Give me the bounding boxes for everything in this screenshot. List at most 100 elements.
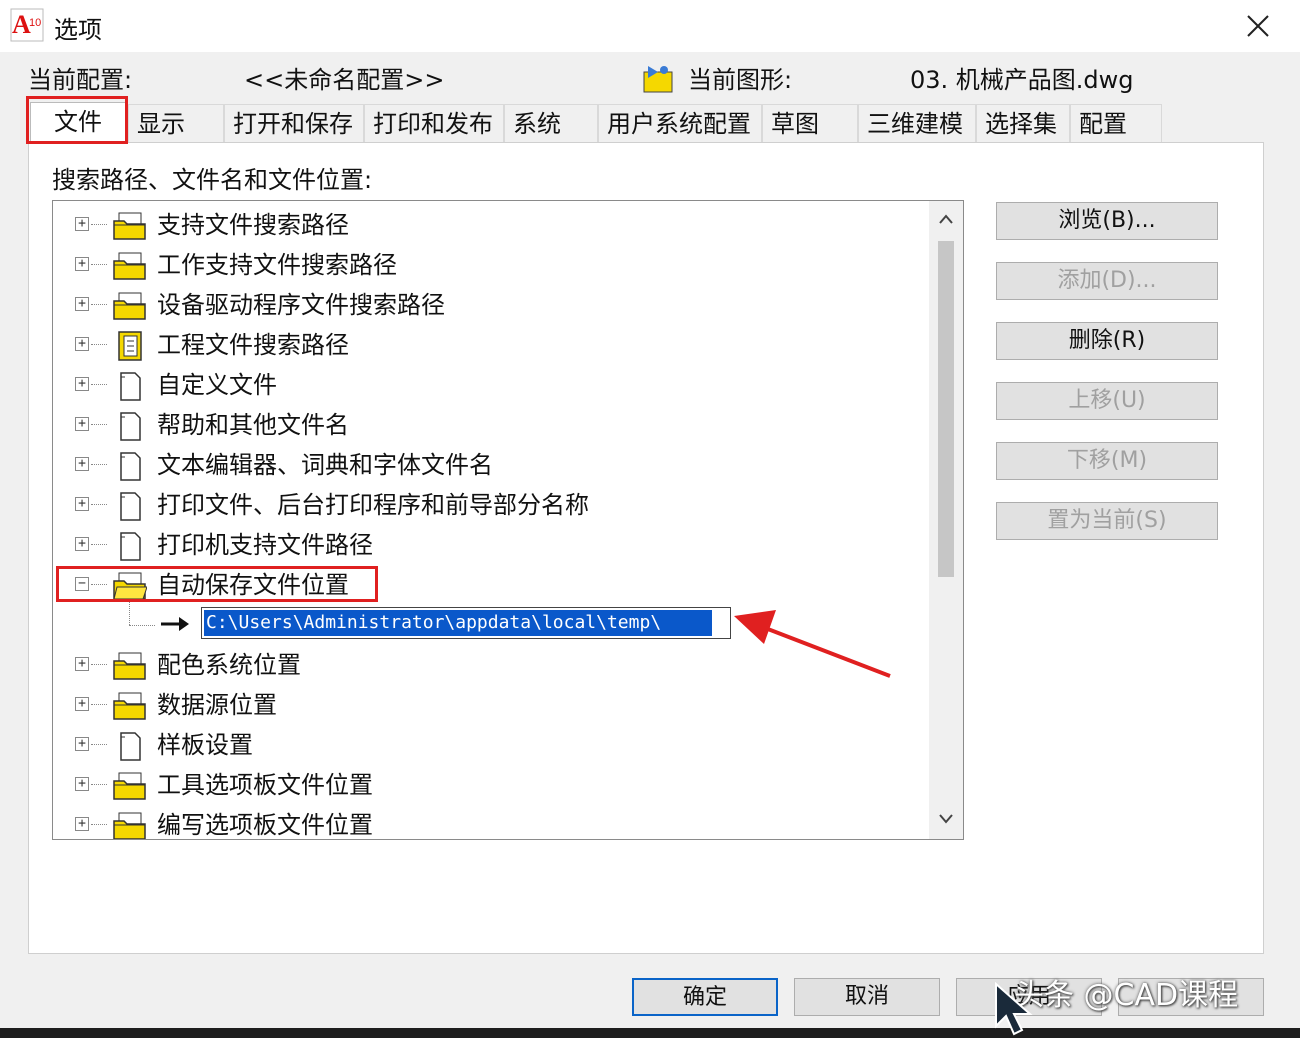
expand-icon[interactable]: +: [75, 497, 89, 511]
folder-stack-icon: [113, 211, 147, 241]
document-icon: [113, 491, 147, 521]
tree-item[interactable]: + 支持文件搜索路径: [53, 205, 923, 245]
tree-connector: [91, 744, 107, 745]
tree-connector: [129, 601, 130, 625]
tab-profiles[interactable]: 配置: [1070, 104, 1162, 142]
expand-icon[interactable]: +: [75, 817, 89, 831]
current-drawing-value: 03. 机械产品图.dwg: [910, 66, 1134, 94]
svg-text:10: 10: [29, 17, 41, 29]
mouse-cursor-icon: [995, 982, 1033, 1036]
tree-connector: [91, 784, 107, 785]
folder-stack-icon: [113, 251, 147, 281]
tree-connector: [129, 625, 155, 626]
tree-item-label: 自定义文件: [157, 371, 277, 399]
current-drawing-label: 当前图形:: [688, 66, 793, 94]
dialog-title: 选项: [54, 16, 102, 44]
panel-label: 搜索路径、文件名和文件位置:: [52, 166, 373, 194]
chevron-up-icon: [939, 214, 953, 224]
expand-icon[interactable]: +: [75, 217, 89, 231]
tree-connector: [91, 824, 107, 825]
tab-selection[interactable]: 选择集: [976, 104, 1070, 142]
cancel-button[interactable]: 取消: [794, 978, 940, 1016]
watermark: 头条 @CAD课程: [1014, 978, 1239, 1013]
tree-connector: [91, 424, 107, 425]
tab-display[interactable]: 显示: [128, 104, 224, 142]
autosave-path-input[interactable]: C:\Users\Administrator\appdata\local\tem…: [201, 607, 731, 639]
expand-icon[interactable]: +: [75, 537, 89, 551]
tree-item[interactable]: + 设备驱动程序文件搜索路径: [53, 285, 923, 325]
move-up-button[interactable]: 上移(U): [996, 382, 1218, 420]
tab-open-save[interactable]: 打开和保存: [224, 104, 364, 142]
folder-stack-icon: [113, 651, 147, 681]
browse-button[interactable]: 浏览(B)...: [996, 202, 1218, 240]
current-profile-value: <<未命名配置>>: [244, 66, 445, 94]
drawing-icon: [643, 66, 673, 93]
document-icon: [113, 371, 147, 401]
tree-item-label: 文本编辑器、词典和字体文件名: [157, 451, 493, 479]
folder-stack-icon: [113, 291, 147, 321]
tree-connector: [91, 464, 107, 465]
tree-item[interactable]: + 样板设置: [53, 725, 923, 765]
tree-item[interactable]: + 工作支持文件搜索路径: [53, 245, 923, 285]
tree-item-label: 编写选项板文件位置: [157, 811, 373, 839]
expand-icon[interactable]: +: [75, 257, 89, 271]
tree-connector: [91, 544, 107, 545]
tab-plot-publish[interactable]: 打印和发布: [364, 104, 504, 142]
tree-connector: [91, 264, 107, 265]
tree-item[interactable]: + 编写选项板文件位置: [53, 805, 923, 839]
tab-drafting[interactable]: 草图: [762, 104, 858, 142]
remove-button[interactable]: 删除(R): [996, 322, 1218, 360]
scroll-up-button[interactable]: [929, 201, 963, 239]
tree-item[interactable]: + 打印机支持文件路径: [53, 525, 923, 565]
tree-connector: [91, 504, 107, 505]
tab-user-preferences[interactable]: 用户系统配置: [598, 104, 762, 142]
tree-item[interactable]: + 工程文件搜索路径: [53, 325, 923, 365]
current-profile-label: 当前配置:: [28, 66, 133, 94]
binder-icon: [113, 331, 147, 361]
tree-item-label: 帮助和其他文件名: [157, 411, 349, 439]
set-current-button[interactable]: 置为当前(S): [996, 502, 1218, 540]
tree-item-label: 支持文件搜索路径: [157, 211, 349, 239]
tree-item-label: 工具选项板文件位置: [157, 771, 373, 799]
folder-stack-icon: [113, 811, 147, 839]
tree-item[interactable]: + 自定义文件: [53, 365, 923, 405]
expand-icon[interactable]: +: [75, 697, 89, 711]
document-icon: [113, 411, 147, 441]
expand-icon[interactable]: +: [75, 297, 89, 311]
folder-stack-icon: [113, 691, 147, 721]
folder-stack-icon: [113, 771, 147, 801]
tab-3d-modeling[interactable]: 三维建模: [858, 104, 976, 142]
title-bar[interactable]: A 10 选项: [0, 0, 1300, 52]
tab-system[interactable]: 系统: [504, 104, 598, 142]
tree-connector: [91, 304, 107, 305]
expand-icon[interactable]: +: [75, 417, 89, 431]
tree-item-label: 配色系统位置: [157, 651, 301, 679]
expand-icon[interactable]: +: [75, 777, 89, 791]
scroll-thumb[interactable]: [938, 241, 954, 577]
tab-highlight-box: [26, 96, 128, 144]
move-down-button[interactable]: 下移(M): [996, 442, 1218, 480]
tree-item-label: 工作支持文件搜索路径: [157, 251, 397, 279]
ok-button[interactable]: 确定: [632, 978, 778, 1016]
scroll-down-button[interactable]: [929, 801, 963, 839]
tree-item[interactable]: + 打印文件、后台打印程序和前导部分名称: [53, 485, 923, 525]
expand-icon[interactable]: +: [75, 737, 89, 751]
expand-icon[interactable]: +: [75, 657, 89, 671]
tree-item-label: 打印文件、后台打印程序和前导部分名称: [157, 491, 589, 519]
tree-item[interactable]: + 帮助和其他文件名: [53, 405, 923, 445]
tree-connector: [91, 664, 107, 665]
file-tree[interactable]: + 支持文件搜索路径 + 工作支持文件搜索路径 + 设备驱动程序文件搜索路径 + 工程文件搜索…: [52, 200, 964, 840]
close-button[interactable]: [1238, 6, 1278, 46]
add-button[interactable]: 添加(D)...: [996, 262, 1218, 300]
right-arrow-icon: [161, 617, 189, 631]
tree-connector: [91, 704, 107, 705]
expand-icon[interactable]: +: [75, 377, 89, 391]
expand-icon[interactable]: +: [75, 457, 89, 471]
annotation-arrow-icon: [734, 610, 891, 678]
app-logo-icon: A 10: [10, 8, 44, 42]
tree-scrollbar[interactable]: [929, 201, 963, 839]
tree-item[interactable]: + 工具选项板文件位置: [53, 765, 923, 805]
tree-item[interactable]: + 文本编辑器、词典和字体文件名: [53, 445, 923, 485]
tree-item[interactable]: + 数据源位置: [53, 685, 923, 725]
expand-icon[interactable]: +: [75, 337, 89, 351]
